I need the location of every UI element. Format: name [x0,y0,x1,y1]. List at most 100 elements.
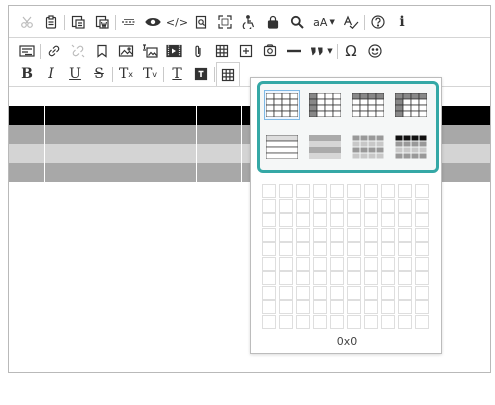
lock-icon[interactable] [261,11,285,33]
grid-cell[interactable] [296,285,310,300]
grid-cell[interactable] [364,227,378,242]
grid-cell[interactable] [415,227,429,242]
link-icon[interactable] [42,40,66,62]
table-cell[interactable] [45,106,197,125]
grid-cell[interactable] [415,213,429,227]
grid-cell[interactable] [279,314,293,329]
grid-cell[interactable] [347,227,361,242]
grid-cell[interactable] [262,198,276,213]
find-icon[interactable] [189,11,213,33]
special-box-icon[interactable] [234,40,258,62]
cut-icon[interactable] [15,11,39,33]
grid-cell[interactable] [279,242,293,256]
preview-icon[interactable] [141,11,165,33]
table-cell[interactable] [197,106,242,125]
table-cell[interactable] [9,106,45,125]
table-preset-striped-lines[interactable] [264,132,300,162]
grid-cell[interactable] [381,314,395,329]
grid-cell[interactable] [262,300,276,314]
grid-cell[interactable] [279,285,293,300]
table-cell[interactable] [9,144,45,163]
grid-cell[interactable] [262,271,276,285]
grid-cell[interactable] [364,242,378,256]
grid-cell[interactable] [364,213,378,227]
grid-cell[interactable] [398,213,412,227]
grid-cell[interactable] [415,242,429,256]
grid-cell[interactable] [398,271,412,285]
grid-cell[interactable] [381,256,395,271]
grid-cell[interactable] [330,184,344,198]
bold-button[interactable]: B [15,63,39,85]
grid-cell[interactable] [279,198,293,213]
grid-cell[interactable] [262,285,276,300]
table-cell[interactable] [197,144,242,163]
table-preset-header-both[interactable] [393,90,429,120]
image-map-icon[interactable] [138,40,162,62]
table-cell[interactable] [9,125,45,144]
grid-cell[interactable] [262,256,276,271]
help-icon[interactable] [366,11,390,33]
grid-cell[interactable] [296,184,310,198]
grid-cell[interactable] [296,242,310,256]
strikethrough-button[interactable]: S [87,63,111,85]
bookmark-icon[interactable] [90,40,114,62]
grid-cell[interactable] [347,256,361,271]
accessibility-icon[interactable] [237,11,261,33]
grid-cell[interactable] [262,213,276,227]
image-icon[interactable] [114,40,138,62]
grid-cell[interactable] [279,227,293,242]
grid-cell[interactable] [381,213,395,227]
grid-cell[interactable] [398,256,412,271]
grid-cell[interactable] [347,184,361,198]
grid-cell[interactable] [330,198,344,213]
grid-cell[interactable] [296,300,310,314]
fullscreen-icon[interactable] [213,11,237,33]
grid-cell[interactable] [296,271,310,285]
grid-cell[interactable] [415,271,429,285]
grid-cell[interactable] [347,213,361,227]
grid-cell[interactable] [313,227,327,242]
grid-cell[interactable] [296,213,310,227]
grid-cell[interactable] [364,256,378,271]
grid-cell[interactable] [415,256,429,271]
grid-cell[interactable] [415,184,429,198]
grid-cell[interactable] [415,198,429,213]
horizontal-rule-icon[interactable] [282,40,306,62]
grid-cell[interactable] [313,198,327,213]
grid-cell[interactable] [279,271,293,285]
grid-cell[interactable] [313,271,327,285]
grid-cell[interactable] [313,184,327,198]
grid-cell[interactable] [381,271,395,285]
grid-cell[interactable] [330,242,344,256]
grid-cell[interactable] [398,242,412,256]
quote-dropdown[interactable]: ▼ [306,40,336,62]
grid-cell[interactable] [296,256,310,271]
grid-cell[interactable] [415,285,429,300]
grid-cell[interactable] [313,285,327,300]
table-preset-header-row[interactable] [350,90,386,120]
table-cell[interactable] [9,163,45,182]
emoji-icon[interactable] [363,40,387,62]
grid-cell[interactable] [347,271,361,285]
grid-cell[interactable] [347,242,361,256]
grid-cell[interactable] [262,184,276,198]
font-size-dropdown[interactable]: aA ▼ [309,11,339,33]
grid-cell[interactable] [279,256,293,271]
grid-cell[interactable] [262,227,276,242]
paste-icon[interactable] [39,11,63,33]
grid-cell[interactable] [296,314,310,329]
table-button-active[interactable] [216,62,240,86]
table-icon[interactable] [210,40,234,62]
grid-cell[interactable] [398,227,412,242]
grid-cell[interactable] [330,256,344,271]
source-code-icon[interactable]: </> [165,11,189,33]
table-cell[interactable] [45,125,197,144]
underline-button[interactable]: U [63,63,87,85]
text-box-icon[interactable] [189,63,213,85]
grid-cell[interactable] [398,198,412,213]
grid-cell[interactable] [347,314,361,329]
grid-cell[interactable] [313,242,327,256]
grid-cell[interactable] [313,213,327,227]
grid-cell[interactable] [381,227,395,242]
grid-cell[interactable] [330,227,344,242]
